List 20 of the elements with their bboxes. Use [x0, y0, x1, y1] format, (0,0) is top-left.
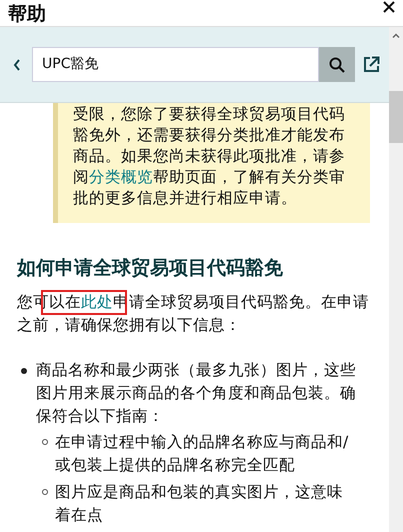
- search-field[interactable]: UPC豁免: [32, 47, 319, 82]
- circle-bullet-icon: [42, 439, 48, 445]
- search-button[interactable]: [319, 47, 355, 82]
- scroll-up-icon[interactable]: [392, 33, 400, 38]
- external-link-icon[interactable]: [363, 56, 380, 73]
- here-link[interactable]: 此处: [81, 293, 113, 311]
- close-icon[interactable]: [383, 1, 395, 13]
- scrollbar[interactable]: [389, 27, 403, 532]
- section-heading: 如何申请全球贸易项目代码豁免: [17, 256, 284, 281]
- circle-bullet-icon: [42, 489, 48, 495]
- search-icon: [329, 56, 345, 72]
- note-text: 受限，您除了要获得全球贸易项目代码豁免外，还需要获得分类批准才能发布商品。如果您尚未获得此项批准，请参阅分类概览帮助页面，了解有关分类审批的更多信息并进行相应申请。: [73, 104, 345, 209]
- category-overview-link[interactable]: 分类概览: [89, 168, 153, 186]
- list-item-text: 图片应是商品和包装的真实图片，这意味着在点: [55, 482, 344, 526]
- list-item-text: 商品名称和最少两张（最多九张）图片，这些图片用来展示商品的各个角度和商品包装。确保符合以下指南：: [36, 360, 356, 427]
- bullet-icon: [21, 368, 27, 374]
- back-chevron-icon[interactable]: [13, 58, 21, 70]
- window-title: 帮助: [8, 2, 46, 26]
- list-item-text: 在申请过程中输入的品牌名称应与商品和/或包装上提供的品牌名称完全匹配: [55, 432, 350, 476]
- scrollbar-thumb[interactable]: [389, 91, 403, 143]
